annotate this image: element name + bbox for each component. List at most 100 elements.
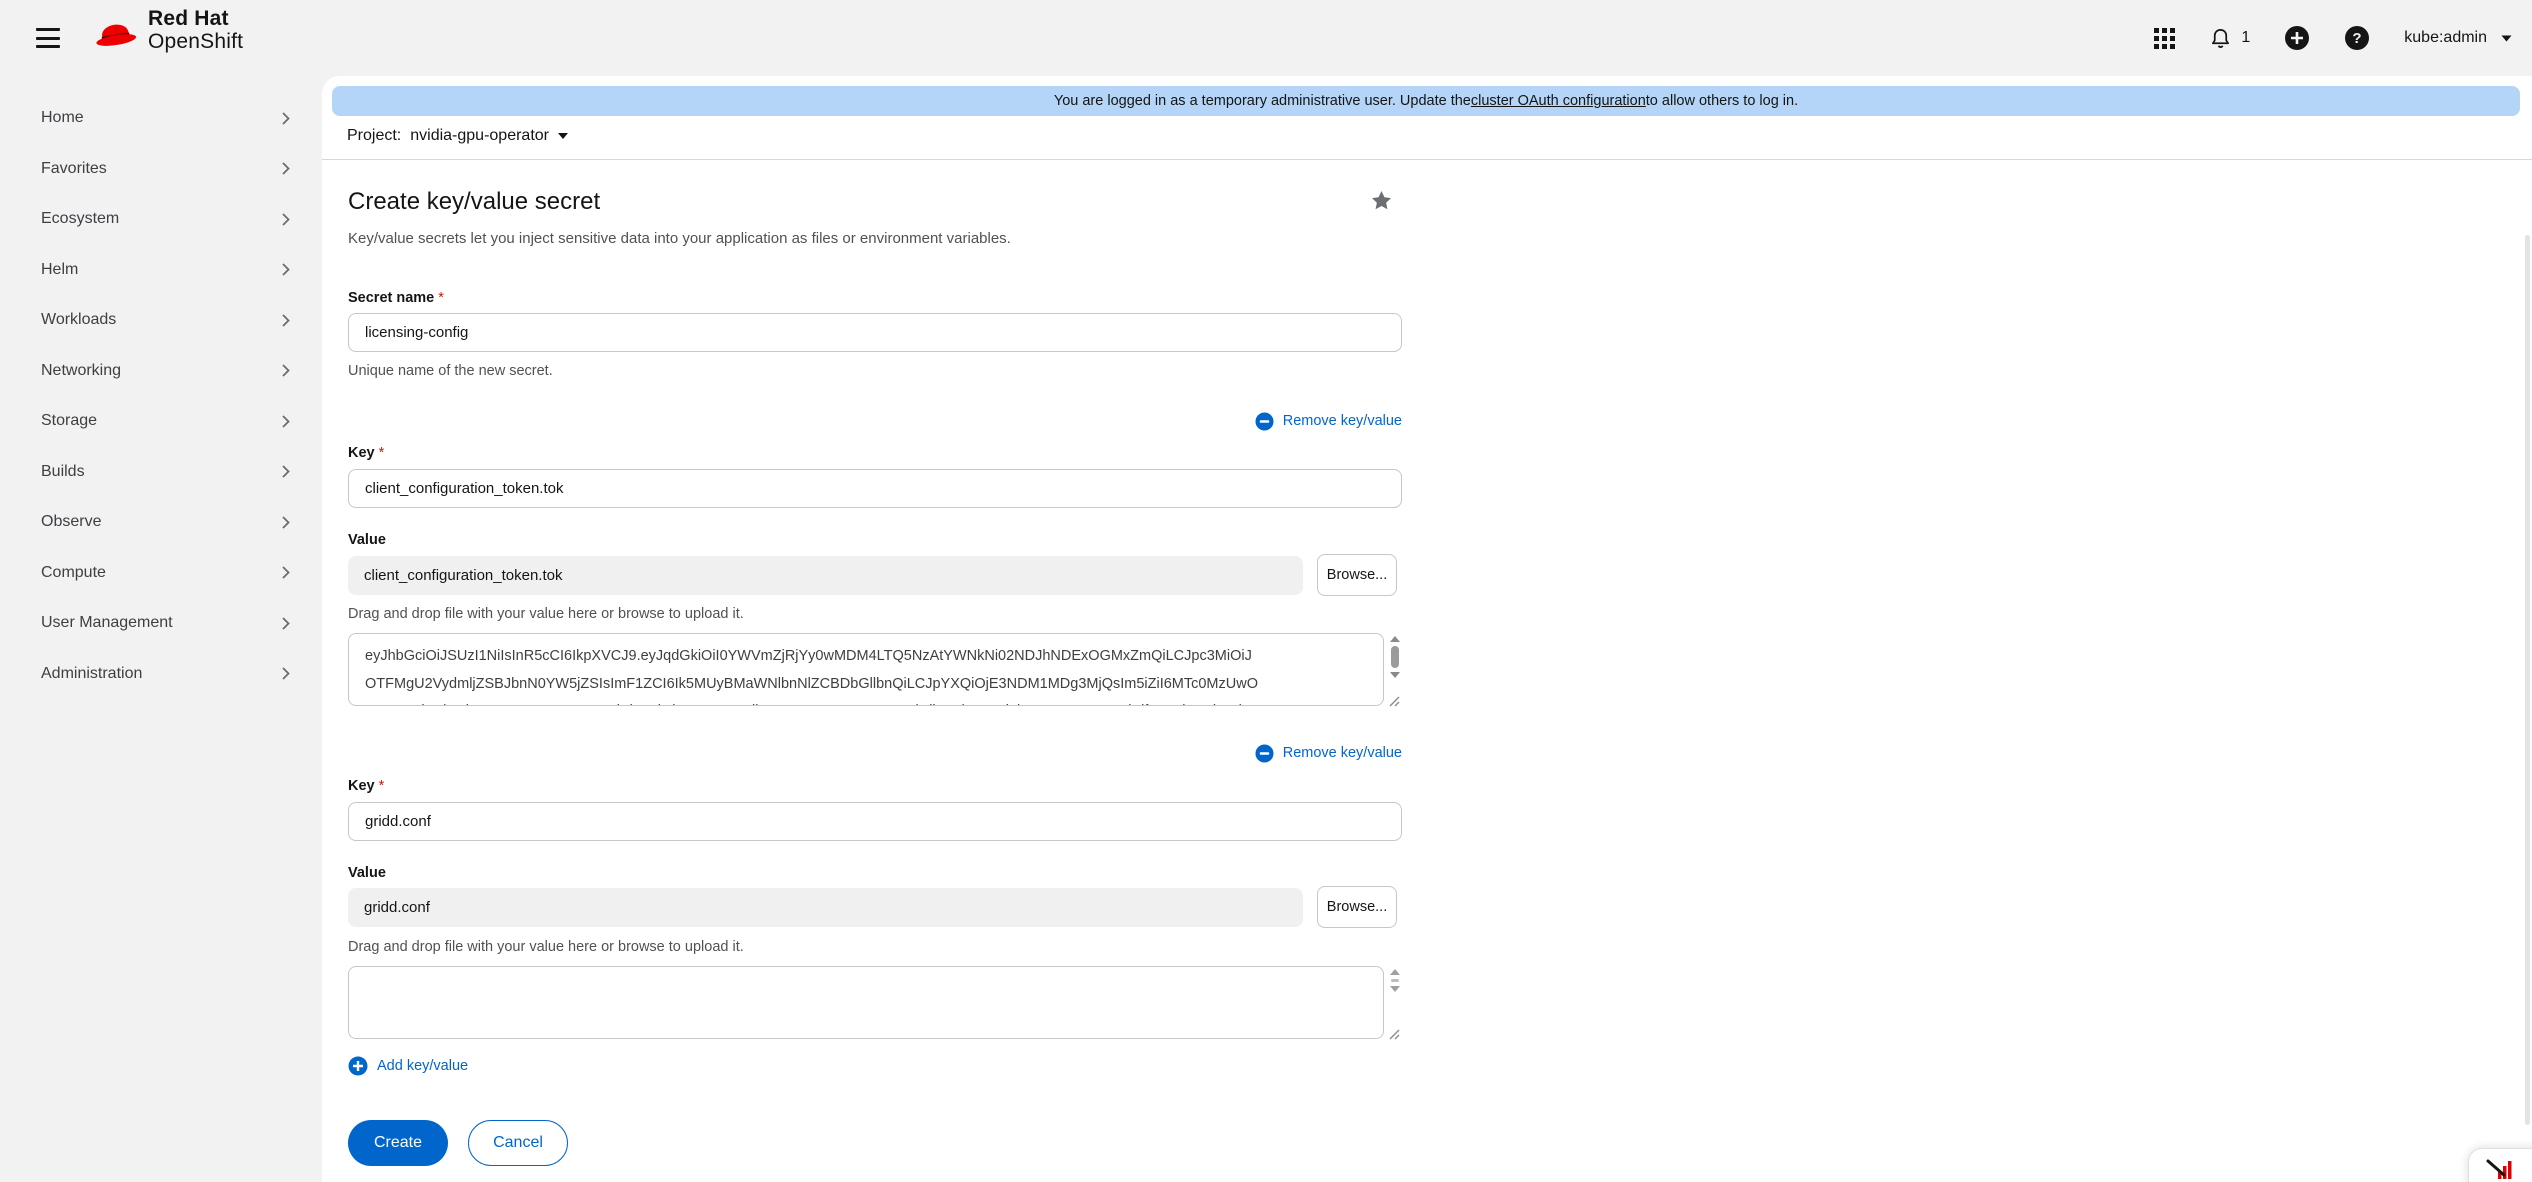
sidebar-item-administration[interactable]: Administration (0, 649, 322, 700)
hamburger-icon (36, 28, 60, 31)
grid-icon (2154, 28, 2175, 49)
required-marker: * (379, 445, 385, 461)
sidebar-item-builds[interactable]: Builds (0, 447, 322, 498)
plus-circle-icon (2284, 25, 2310, 51)
chevron-right-icon (282, 667, 290, 680)
content-panel: You are logged in as a temporary adminis… (322, 76, 2532, 1182)
project-selector[interactable]: Project: nvidia-gpu-operator (347, 127, 568, 145)
resize-handle-icon[interactable] (1389, 1029, 1400, 1040)
cancel-button[interactable]: Cancel (468, 1120, 568, 1166)
page-header: Create key/value secret (348, 187, 1402, 217)
file-name-input-2[interactable] (348, 888, 1303, 927)
chevron-right-icon (282, 314, 290, 327)
chevron-right-icon (282, 566, 290, 579)
file-content-lines-2 (349, 967, 1383, 1038)
chevron-right-icon (282, 516, 290, 529)
chevron-right-icon (282, 617, 290, 630)
temporary-admin-banner: You are logged in as a temporary adminis… (332, 86, 2520, 116)
file-name-input-1[interactable] (348, 556, 1303, 595)
sidebar-item-storage[interactable]: Storage (0, 396, 322, 447)
chevron-right-icon (282, 263, 290, 276)
sidebar-item-observe[interactable]: Observe (0, 497, 322, 548)
sidebar-item-networking[interactable]: Networking (0, 346, 322, 397)
project-value: nvidia-gpu-operator (410, 127, 549, 145)
sidebar-item-helm[interactable]: Helm (0, 245, 322, 296)
file-content-textarea-2[interactable] (348, 966, 1384, 1039)
add-key-value-button[interactable]: Add key/value (348, 1056, 468, 1076)
cluster-oauth-configuration-link[interactable]: cluster OAuth configuration (1471, 93, 1646, 109)
jwt-line: DcxNCwiZXhwIjoxNzQ2MTAwNzI0LCJhdWQiOiJOT… (365, 698, 1353, 705)
masthead-toolbar: 1 ? kube:admin (2154, 0, 2512, 76)
key-label-1: Key* (348, 444, 1402, 462)
create-secret-form: Create key/value secret Key/value secret… (348, 187, 1402, 1166)
secret-name-input[interactable] (348, 313, 1402, 352)
secret-name-helper: Unique name of the new secret. (348, 362, 1402, 380)
bell-icon (2209, 27, 2232, 50)
nav-toggle-button[interactable] (36, 28, 62, 48)
textarea-scrollbar[interactable] (1387, 969, 1403, 992)
notification-count: 1 (2241, 29, 2250, 47)
page-scrollbar[interactable] (2525, 235, 2530, 1125)
remove-key-value-button-1[interactable]: Remove key/value (1255, 412, 1402, 431)
quick-create-button[interactable] (2284, 25, 2310, 51)
chevron-right-icon (282, 364, 290, 377)
browse-button-1[interactable]: Browse... (1317, 554, 1397, 596)
brand-line2: OpenShift (148, 31, 243, 54)
sidebar-item-favorites[interactable]: Favorites (0, 144, 322, 195)
chevron-right-icon (282, 112, 290, 125)
scroll-up-icon (1390, 969, 1400, 975)
minus-circle-icon (1255, 744, 1274, 763)
sidebar-item-home[interactable]: Home (0, 93, 322, 144)
drag-drop-hint-1: Drag and drop file with your value here … (348, 605, 1402, 623)
feedback-widget[interactable] (2468, 1148, 2532, 1182)
scroll-down-icon (1390, 672, 1400, 678)
chevron-right-icon (282, 415, 290, 428)
redhat-fedora-icon (92, 14, 138, 48)
sidebar-item-ecosystem[interactable]: Ecosystem (0, 194, 322, 245)
scroll-down-icon (1390, 986, 1400, 992)
resize-handle-icon[interactable] (1389, 696, 1400, 707)
textarea-scrollbar[interactable] (1387, 636, 1403, 678)
page-title: Create key/value secret (348, 187, 1402, 217)
value-label-2: Value (348, 864, 1402, 882)
project-bar: Project: nvidia-gpu-operator (322, 127, 2532, 160)
file-content-textarea-1[interactable]: eyJhbGciOiJSUzI1NiIsInR5cCI6IkpXVCJ9.eyJ… (348, 633, 1384, 706)
brand-line1: Red Hat (148, 8, 243, 31)
username: kube:admin (2404, 29, 2487, 47)
drag-drop-hint-2: Drag and drop file with your value here … (348, 938, 1402, 956)
browse-button-2[interactable]: Browse... (1317, 886, 1397, 928)
add-row: Add key/value (348, 1055, 1402, 1077)
sidebar-item-compute[interactable]: Compute (0, 548, 322, 599)
app-launcher-button[interactable] (2154, 28, 2175, 49)
remove-row-1: Remove key/value (348, 410, 1402, 432)
sidebar-item-workloads[interactable]: Workloads (0, 295, 322, 346)
key-label-2: Key* (348, 777, 1402, 795)
user-menu-button[interactable]: kube:admin (2404, 29, 2512, 47)
create-button[interactable]: Create (348, 1120, 448, 1166)
help-button[interactable]: ? (2344, 25, 2370, 51)
page-description: Key/value secrets let you inject sensiti… (348, 230, 1402, 248)
key-input-1[interactable] (348, 469, 1402, 508)
value-label-1: Value (348, 531, 1402, 549)
brand-text: Red Hat OpenShift (148, 8, 243, 53)
key-input-2[interactable] (348, 802, 1402, 841)
project-label: Project: (347, 127, 401, 145)
star-icon (1369, 189, 1394, 213)
sidebar-item-user-management[interactable]: User Management (0, 598, 322, 649)
scrollbar-thumb[interactable] (1391, 646, 1399, 668)
chevron-right-icon (282, 465, 290, 478)
side-navigation: Home Favorites Ecosystem Helm Workloads … (0, 76, 322, 1182)
file-upload-row-1: Browse... (348, 554, 1402, 596)
secret-name-label: Secret name* (348, 289, 1402, 307)
masthead: Red Hat OpenShift 1 (0, 0, 2532, 76)
required-marker: * (438, 290, 444, 306)
file-upload-row-2: Browse... (348, 886, 1402, 928)
chevron-right-icon (282, 213, 290, 226)
notifications-button[interactable]: 1 (2209, 27, 2250, 50)
scrollbar-thumb[interactable] (1391, 979, 1399, 982)
scroll-up-icon (1390, 636, 1400, 642)
caret-down-icon (2501, 35, 2512, 42)
remove-key-value-button-2[interactable]: Remove key/value (1255, 744, 1402, 763)
svg-text:?: ? (2353, 30, 2362, 47)
favorite-star-button[interactable] (1369, 189, 1394, 216)
